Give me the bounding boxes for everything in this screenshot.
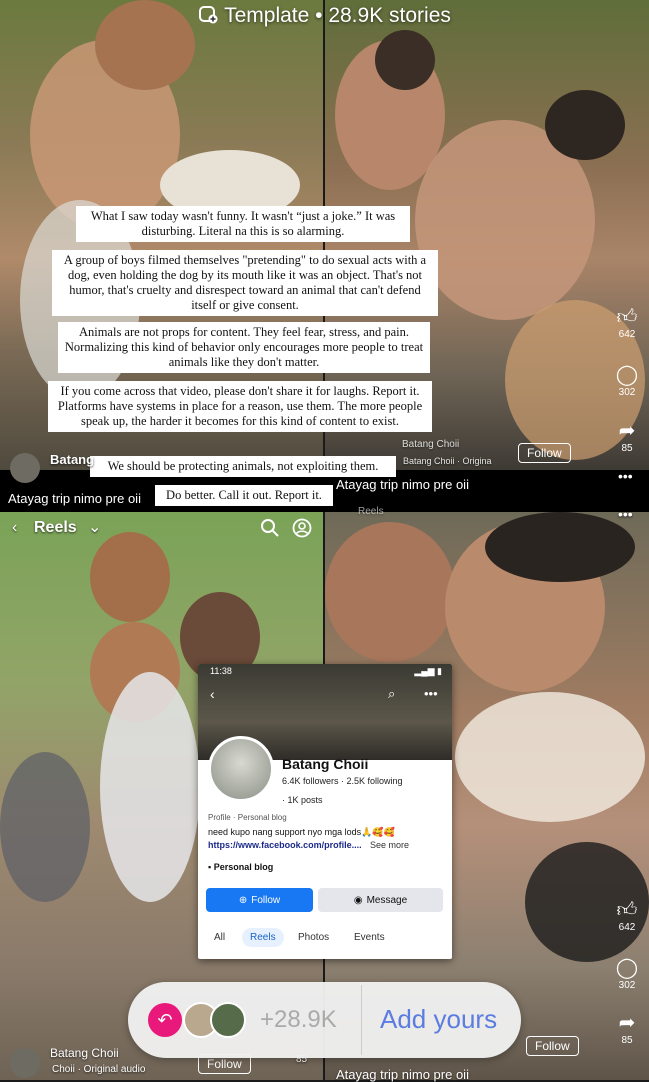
- more-options-icon-bottom[interactable]: •••: [618, 506, 633, 522]
- profile-card[interactable]: 11:38 ▂▄▆ ▮ ‹ ⌕ ••• Batang Choii 6.4K fo…: [198, 664, 452, 959]
- note-paragraph-3: Animals are not props for content. They …: [58, 322, 430, 373]
- template-icon: [198, 4, 218, 29]
- search-icon[interactable]: [260, 518, 280, 543]
- search-icon[interactable]: ⌕: [388, 686, 395, 702]
- note-paragraph-4: If you come across that video, please do…: [48, 381, 432, 432]
- tab-all[interactable]: All: [214, 932, 225, 943]
- comment-count: 302: [618, 387, 636, 398]
- reels-nav-label[interactable]: Reels: [34, 519, 77, 537]
- author-avatar-bottom[interactable]: [10, 1048, 40, 1078]
- profile-follow-button[interactable]: ⊕ Follow: [206, 888, 313, 912]
- post-count: · 1K posts: [282, 795, 323, 805]
- profile-message-button[interactable]: ◉ Message: [318, 888, 443, 912]
- comment-count-bottom: 302: [618, 980, 636, 991]
- participant-avatar: [210, 1002, 246, 1038]
- follow-button-bottom-right[interactable]: Follow: [526, 1036, 579, 1056]
- reels-label-faded: Reels: [358, 506, 384, 517]
- follow-button[interactable]: Follow: [518, 443, 571, 463]
- audio-label[interactable]: Batang Choii · Origina: [403, 456, 492, 466]
- share-button[interactable]: ➦ 85: [610, 418, 644, 454]
- undo-icon[interactable]: ↶: [148, 1003, 182, 1037]
- note-paragraph-2: A group of boys filmed themselves "prete…: [52, 250, 438, 316]
- like-button[interactable]: 👍︎ 642: [610, 305, 644, 340]
- share-icon: ➦: [618, 420, 636, 442]
- messenger-icon: ◉: [353, 894, 363, 906]
- share-count-bottom: 85: [621, 1035, 633, 1046]
- like-count-bottom: 642: [618, 922, 636, 933]
- reel-author-name[interactable]: Batang: [50, 452, 94, 467]
- audio-label-bottom[interactable]: Choii · Original audio: [52, 1064, 145, 1075]
- comment-button-bottom[interactable]: ◯ 302: [610, 955, 644, 991]
- chevron-down-icon[interactable]: ⌄: [88, 517, 101, 537]
- personal-blog-label: ▪ Personal blog: [208, 862, 274, 872]
- profile-bio: need kupo nang support nyo mga lods🙏🥰🥰: [208, 827, 395, 837]
- follower-stats[interactable]: 6.4K followers · 2.5K following: [282, 776, 403, 786]
- share-icon: ➦: [618, 1012, 636, 1034]
- author-avatar[interactable]: [10, 453, 40, 483]
- profile-link[interactable]: https://www.facebook.com/profile....: [208, 840, 362, 850]
- note-paragraph-5: We should be protecting animals, not exp…: [90, 456, 396, 477]
- back-icon[interactable]: ‹: [12, 519, 17, 537]
- reel-caption: Atayag trip nimo pre oii: [8, 491, 141, 506]
- status-time: 11:38: [210, 666, 232, 676]
- comment-button[interactable]: ◯ 302: [610, 362, 644, 398]
- more-options-icon[interactable]: •••: [424, 686, 438, 701]
- profile-icon[interactable]: [292, 518, 312, 543]
- thumbs-up-icon: 👍︎: [616, 306, 638, 328]
- share-button-bottom[interactable]: ➦ 85: [610, 1010, 644, 1046]
- back-arrow-icon[interactable]: ‹: [210, 686, 215, 702]
- comment-icon: ◯: [615, 364, 639, 386]
- add-yours-button[interactable]: Add yours: [380, 1004, 497, 1035]
- profile-name: Batang Choii: [282, 756, 369, 772]
- tab-events[interactable]: Events: [354, 932, 385, 943]
- profile-category: Profile · Personal blog: [208, 813, 287, 822]
- like-button-bottom[interactable]: 👍︎ 642: [610, 898, 644, 933]
- tab-reels[interactable]: Reels: [242, 928, 284, 947]
- add-friend-icon: ⊕: [238, 894, 248, 906]
- like-count: 642: [618, 329, 636, 340]
- see-more-link[interactable]: See more: [370, 840, 409, 850]
- thumbs-up-icon: 👍︎: [616, 899, 638, 921]
- reel-author-name-bottom[interactable]: Batang Choii: [50, 1046, 119, 1060]
- comment-icon: ◯: [615, 957, 639, 979]
- tab-photos[interactable]: Photos: [298, 932, 329, 943]
- note-paragraph-6: Do better. Call it out. Report it.: [155, 485, 333, 506]
- more-options-icon[interactable]: •••: [618, 468, 633, 484]
- reel-caption-right: Atayag trip nimo pre oii: [336, 477, 469, 492]
- profile-avatar[interactable]: [208, 736, 274, 802]
- share-count: 85: [621, 443, 633, 454]
- story-template-header[interactable]: Template • 28.9K stories: [0, 0, 649, 32]
- note-paragraph-1: What I saw today wasn't funny. It wasn't…: [76, 206, 410, 242]
- pill-divider: [361, 985, 362, 1055]
- status-icons: ▂▄▆ ▮: [414, 666, 442, 676]
- participant-count: +28.9K: [260, 1006, 337, 1033]
- reel-author-name-right[interactable]: Batang Choii: [402, 439, 459, 450]
- template-title: Template • 28.9K stories: [224, 4, 451, 27]
